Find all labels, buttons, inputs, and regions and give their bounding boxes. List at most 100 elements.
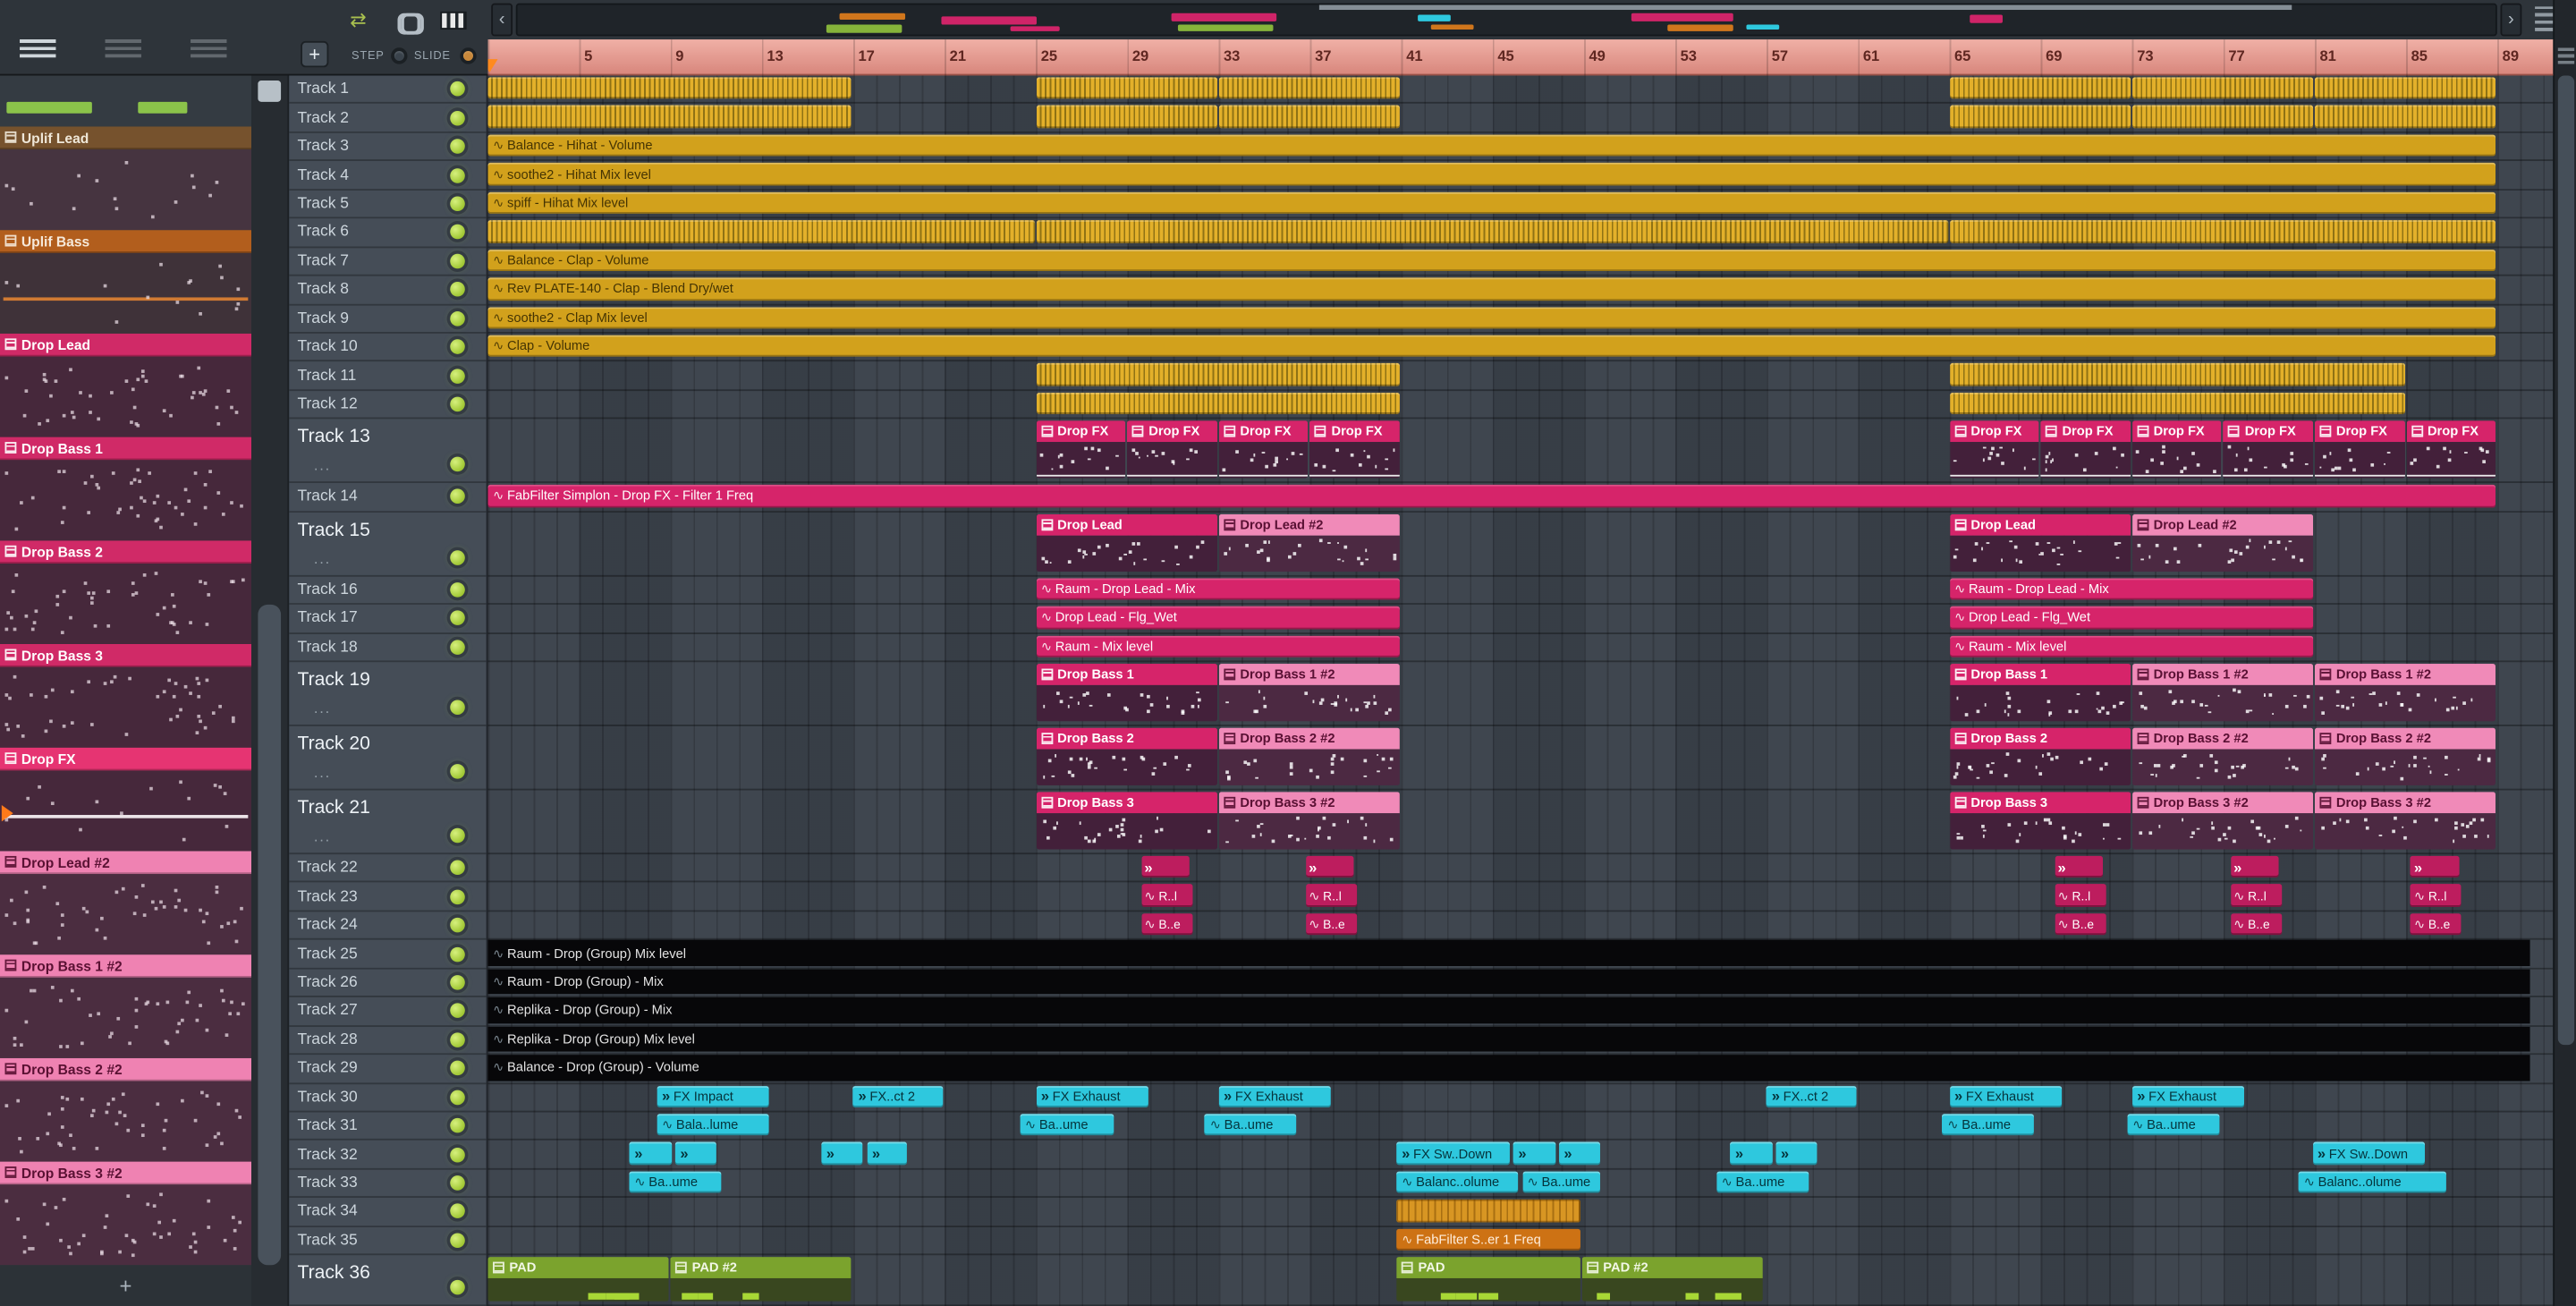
pattern-clip[interactable] [487, 220, 1035, 243]
clip-drop-bass-3[interactable]: Drop Bass 3 [1949, 792, 2131, 850]
track-name-row[interactable]: Track 14 [289, 483, 487, 513]
track-name-row[interactable]: Track 29 [289, 1055, 487, 1084]
clip-drop-lead-2[interactable]: Drop Lead #2 [1218, 513, 1400, 572]
playlist-lane[interactable]: ∿ Raum - Drop (Group) - Mix [487, 969, 2554, 998]
clip-soothe2-clap-mix-level[interactable]: ∿ soothe2 - Clap Mix level [487, 306, 2496, 329]
track-name-row[interactable]: Track 26 [289, 969, 487, 998]
track-led[interactable] [450, 139, 465, 154]
track-name-row[interactable]: Track 3 [289, 133, 487, 162]
track-led[interactable] [450, 110, 465, 125]
clip-soothe2-hihat-mix-level[interactable]: ∿ soothe2 - Hihat Mix level [487, 163, 2496, 186]
clip-drop-bass-2[interactable]: Drop Bass 2 [1036, 727, 1217, 785]
clip-fx-exhaust[interactable]: » FX Exhaust [2131, 1085, 2245, 1107]
clip-b-e[interactable]: ∿ B..e [2411, 912, 2462, 936]
mini-clip[interactable]: » [1140, 855, 1190, 878]
clip-balance-hihat-volume[interactable]: ∿ Balance - Hihat - Volume [487, 134, 2496, 157]
track-led[interactable] [450, 1147, 465, 1162]
sidebar-scroll-thumb[interactable] [258, 604, 282, 1266]
clip-drop-bass-1[interactable]: Drop Bass 1 [1036, 664, 1217, 722]
playlist-lane[interactable]: ∿ Balance - Clap - Volume [487, 248, 2554, 276]
track-led[interactable] [450, 860, 465, 876]
track-led[interactable] [450, 917, 465, 933]
play-position-marker[interactable] [487, 59, 498, 72]
clip-replika-drop-group-mix[interactable]: ∿ Replika - Drop (Group) - Mix [487, 997, 2530, 1023]
playlist-lane[interactable]: ∿ Raum - Drop (Group) Mix level [487, 940, 2554, 970]
pattern-item-drop-bass-2-2[interactable]: Drop Bass 2 #2 [0, 1057, 252, 1162]
mini-clip[interactable]: » [867, 1142, 907, 1165]
pattern-header[interactable]: Drop Bass 2 [0, 540, 252, 564]
clip-rev-plate-140-clap-blend-dry-wet[interactable]: ∿ Rev PLATE-140 - Clap - Blend Dry/wet [487, 277, 2496, 301]
pattern-header[interactable]: Drop Bass 3 #2 [0, 1161, 252, 1185]
playlist-lane[interactable]: ∿ R..l ∿ R..l ∿ R..l ∿ R..l ∿ R..l [487, 883, 2554, 912]
track-name-row[interactable]: Track 1 [289, 75, 487, 105]
track-led[interactable] [450, 167, 465, 182]
pattern-clip[interactable] [2131, 77, 2314, 100]
pattern-item-drop-lead[interactable]: Drop Lead [0, 333, 252, 437]
clip-b-e[interactable]: ∿ B..e [1140, 912, 1192, 936]
clip-balanc-olume[interactable]: ∿ Balanc..olume [2299, 1171, 2446, 1193]
track-name-row[interactable]: Track 12 [289, 391, 487, 420]
mini-clip[interactable]: » [2054, 855, 2104, 878]
clip-drop-lead-flg-wet[interactable]: ∿ Drop Lead - Flg_Wet [1036, 606, 1400, 629]
pattern-clip[interactable] [2131, 106, 2314, 129]
clip-fx-exhaust[interactable]: » FX Exhaust [1949, 1085, 2063, 1107]
track-name-row[interactable]: Track 27 [289, 997, 487, 1027]
clip-drop-bass-2-2[interactable]: Drop Bass 2 #2 [2131, 727, 2314, 785]
pattern-header[interactable]: Uplif Lead [0, 126, 252, 150]
clip-ba-ume[interactable]: ∿ Ba..ume [1942, 1114, 2035, 1136]
clip-drop-bass-1-2[interactable]: Drop Bass 1 #2 [2131, 664, 2314, 722]
clip-drop-fx[interactable]: Drop FX [2040, 420, 2131, 479]
track-led[interactable] [450, 253, 465, 269]
playlist-lane[interactable]: ∿ FabFilter Simplon - Drop FX - Filter 1 … [487, 483, 2554, 513]
playlist-lane[interactable]: » FX Impact» FX..ct 2» FX Exhaust» FX Exhaus… [487, 1083, 2554, 1113]
track-name-row[interactable]: Track 2 [289, 105, 487, 133]
mini-clip[interactable]: » [629, 1142, 672, 1165]
playlist-overview-bar[interactable] [515, 3, 2497, 37]
clip-ba-ume[interactable]: ∿ Ba..ume [1716, 1171, 1809, 1193]
track-name-row[interactable]: Track 4 [289, 162, 487, 191]
pattern-item[interactable] [0, 75, 252, 127]
track-name-row[interactable]: Track 36 [289, 1255, 487, 1306]
horizontal-scroll-thumb[interactable] [1318, 4, 2292, 11]
track-led[interactable] [450, 1204, 465, 1219]
clip-fx-exhaust[interactable]: » FX Exhaust [1218, 1085, 1332, 1107]
pattern-item-uplif-lead[interactable]: Uplif Lead [0, 126, 252, 231]
clip-raum-drop-lead-mix[interactable]: ∿ Raum - Drop Lead - Mix [1036, 577, 1400, 600]
track-name-row[interactable]: Track 34 [289, 1198, 487, 1227]
clip-fx-ct-2[interactable]: » FX..ct 2 [1767, 1085, 1857, 1107]
pattern-clip[interactable] [2314, 77, 2496, 100]
clip-drop-bass-3-2[interactable]: Drop Bass 3 #2 [2314, 792, 2496, 850]
track-led[interactable] [450, 396, 465, 412]
track-led[interactable] [450, 975, 465, 990]
clip-ba-ume[interactable]: ∿ Ba..ume [1020, 1114, 1114, 1136]
clip-drop-fx[interactable]: Drop FX [1949, 420, 2039, 479]
pattern-clip[interactable] [1949, 106, 2131, 129]
clip-balance-drop-group-volume[interactable]: ∿ Balance - Drop (Group) - Volume [487, 1055, 2530, 1081]
track-name-row[interactable]: Track 5 [289, 191, 487, 219]
clip-r-l[interactable]: ∿ R..l [2230, 884, 2282, 907]
pattern-item-drop-bass-3-2[interactable]: Drop Bass 3 #2 [0, 1161, 252, 1266]
link-icon[interactable] [397, 13, 424, 35]
track-led[interactable] [450, 888, 465, 904]
playlist-lane[interactable]: Drop Bass 3 Drop Bass 3 #2 Drop Bass 3 Drop… [487, 790, 2554, 855]
pattern-header[interactable]: Drop Lead [0, 333, 252, 357]
add-track-button[interactable]: + [301, 40, 329, 68]
clip-replika-drop-group-mix-level[interactable]: ∿ Replika - Drop (Group) Mix level [487, 1026, 2530, 1052]
clip-drop-bass-2-2[interactable]: Drop Bass 2 #2 [1218, 727, 1400, 785]
track-name-row[interactable]: Track 7 [289, 248, 487, 276]
pattern-item-uplif-bass[interactable]: Uplif Bass [0, 230, 252, 334]
clip-drop-bass-1[interactable]: Drop Bass 1 [1949, 664, 2131, 722]
mini-clip[interactable]: » [1513, 1142, 1555, 1165]
track-name-row[interactable]: Track 35 [289, 1226, 487, 1256]
mini-clip[interactable]: » [1730, 1142, 1773, 1165]
mini-clip[interactable]: » [2230, 855, 2279, 878]
mini-clip[interactable]: » [821, 1142, 863, 1165]
track-led[interactable] [450, 1175, 465, 1191]
pattern-clip[interactable] [487, 106, 852, 129]
clip-r-l[interactable]: ∿ R..l [2411, 884, 2462, 907]
playlist-lane[interactable]: PAD PAD #2 PAD PAD #2 [487, 1255, 2554, 1306]
clip-pad[interactable]: PAD [1396, 1257, 1580, 1302]
playlist-lane[interactable] [487, 1198, 2554, 1227]
clip-drop-bass-3[interactable]: Drop Bass 3 [1036, 792, 1217, 850]
pattern-header[interactable]: Drop Bass 3 [0, 643, 252, 667]
